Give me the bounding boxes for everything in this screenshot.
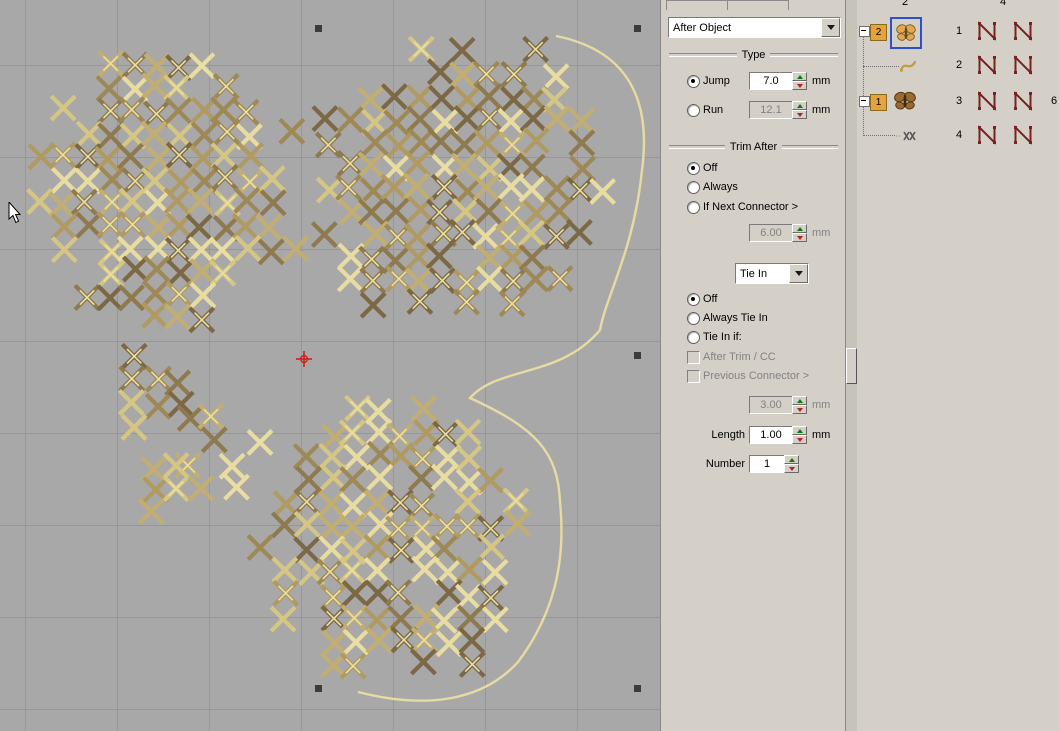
selection-handle-bottom-right[interactable] — [634, 685, 641, 692]
connector-mode-dropdown[interactable]: After Object — [668, 17, 841, 38]
run-radio[interactable] — [687, 104, 700, 117]
stitch-type-icon[interactable] — [1013, 91, 1035, 111]
trim-always-label[interactable]: Always — [703, 181, 738, 193]
selection-handle-top-right[interactable] — [634, 25, 641, 32]
scrollbar-thumb[interactable] — [846, 348, 857, 384]
panel-tab-stub-1[interactable] — [666, 0, 728, 10]
tree-collapse-icon[interactable] — [859, 26, 870, 37]
number-field[interactable]: 1 — [749, 455, 785, 473]
embroidery-app-window: After Object Type Jump 7.0 mm Run 12.1 m… — [0, 0, 1059, 731]
connector-mode-value: After Object — [669, 22, 821, 34]
jump-radio[interactable] — [687, 75, 700, 88]
dropdown-arrow-icon[interactable] — [789, 264, 808, 283]
cross-stitch-run-icon[interactable] — [895, 129, 919, 143]
after-trim-checkbox — [687, 351, 700, 364]
tie-unit-label: mm — [812, 399, 830, 411]
trim-off-label[interactable]: Off — [703, 162, 717, 174]
trim-off-radio[interactable] — [687, 162, 700, 175]
object-row-2[interactable]: 2 — [857, 50, 1059, 82]
trim-connector-length-spinner — [792, 224, 807, 242]
after-trim-label: After Trim / CC — [703, 351, 776, 363]
selection-handle-bottom[interactable] — [315, 685, 322, 692]
stitch-type-icon[interactable] — [977, 21, 999, 41]
stitch-type-icon[interactable] — [1013, 55, 1035, 75]
jump-length-field[interactable]: 7.0 — [749, 72, 793, 90]
design-origin-crosshair-icon — [296, 351, 312, 367]
tie-off-radio[interactable] — [687, 293, 700, 306]
number-spinner[interactable] — [784, 455, 799, 473]
trim-after-caption: Trim After — [669, 141, 838, 153]
selection-handle-top[interactable] — [315, 25, 322, 32]
run-length-field: 12.1 — [749, 101, 793, 119]
run-length-spinner — [792, 101, 807, 119]
object-index: 1 — [951, 25, 967, 37]
stitch-type-icon[interactable] — [977, 55, 999, 75]
list-header-count-1: 2 — [902, 0, 908, 8]
length-unit-label: mm — [812, 429, 830, 441]
object-thumbnail-selected[interactable] — [890, 17, 922, 49]
tie-always-radio[interactable] — [687, 312, 700, 325]
panel-tab-stub-2[interactable] — [727, 0, 789, 10]
butterfly-icon — [892, 88, 918, 114]
tree-collapse-icon[interactable] — [859, 96, 870, 107]
jump-unit-label: mm — [812, 75, 830, 87]
tie-always-label[interactable]: Always Tie In — [703, 312, 768, 324]
tie-mode-dropdown[interactable]: Tie In — [735, 263, 809, 284]
dropdown-arrow-icon[interactable] — [821, 18, 840, 37]
jump-length-spinner[interactable] — [792, 72, 807, 90]
list-header-count-2: 4 — [1000, 0, 1006, 8]
cross-stitch-design — [0, 0, 660, 731]
color-badge[interactable]: 1 — [870, 94, 887, 111]
trim-always-radio[interactable] — [687, 181, 700, 194]
run-label[interactable]: Run — [703, 104, 723, 116]
object-row-3[interactable]: 1 3 6 — [857, 84, 1059, 120]
butterfly-icon — [894, 21, 918, 45]
length-label: Length — [681, 429, 745, 441]
object-index: 4 — [951, 129, 967, 141]
selection-handle-right[interactable] — [634, 352, 641, 359]
trim-connector-length-field: 6.00 — [749, 224, 793, 242]
tie-off-label[interactable]: Off — [703, 293, 717, 305]
previous-connector-length-field: 3.00 — [749, 396, 793, 414]
type-caption: Type — [669, 49, 838, 61]
connector-properties-panel: After Object Type Jump 7.0 mm Run 12.1 m… — [660, 0, 846, 731]
trim-if-next-label[interactable]: If Next Connector > — [703, 201, 798, 213]
trim-if-next-radio[interactable] — [687, 201, 700, 214]
previous-connector-label: Previous Connector > — [703, 370, 809, 382]
length-field[interactable]: 1.00 — [749, 426, 793, 444]
tie-if-radio[interactable] — [687, 331, 700, 344]
tie-mode-value: Tie In — [736, 268, 789, 280]
stitch-type-icon[interactable] — [977, 91, 999, 111]
object-thumbnail[interactable] — [890, 86, 920, 116]
object-row-4[interactable]: 4 — [857, 120, 1059, 152]
object-index: 3 — [951, 95, 967, 107]
stitch-type-icon[interactable] — [1013, 125, 1035, 145]
number-label: Number — [681, 458, 745, 470]
run-unit-label: mm — [812, 104, 830, 116]
stitch-count: 6 — [1051, 95, 1057, 107]
previous-connector-spinner — [792, 396, 807, 414]
design-canvas[interactable] — [0, 0, 660, 731]
stitch-type-icon[interactable] — [977, 125, 999, 145]
jump-label[interactable]: Jump — [703, 75, 730, 87]
thread-run-icon[interactable] — [899, 57, 917, 75]
length-spinner[interactable] — [792, 426, 807, 444]
tie-if-label[interactable]: Tie In if: — [703, 331, 742, 343]
color-badge[interactable]: 2 — [870, 24, 887, 41]
previous-connector-checkbox — [687, 370, 700, 383]
stitch-type-icon[interactable] — [1013, 21, 1035, 41]
object-row-1[interactable]: 2 1 — [857, 16, 1059, 50]
object-index: 2 — [951, 59, 967, 71]
object-list-panel: 2 4 2 1 — [857, 0, 1059, 731]
trim-unit-label: mm — [812, 227, 830, 239]
